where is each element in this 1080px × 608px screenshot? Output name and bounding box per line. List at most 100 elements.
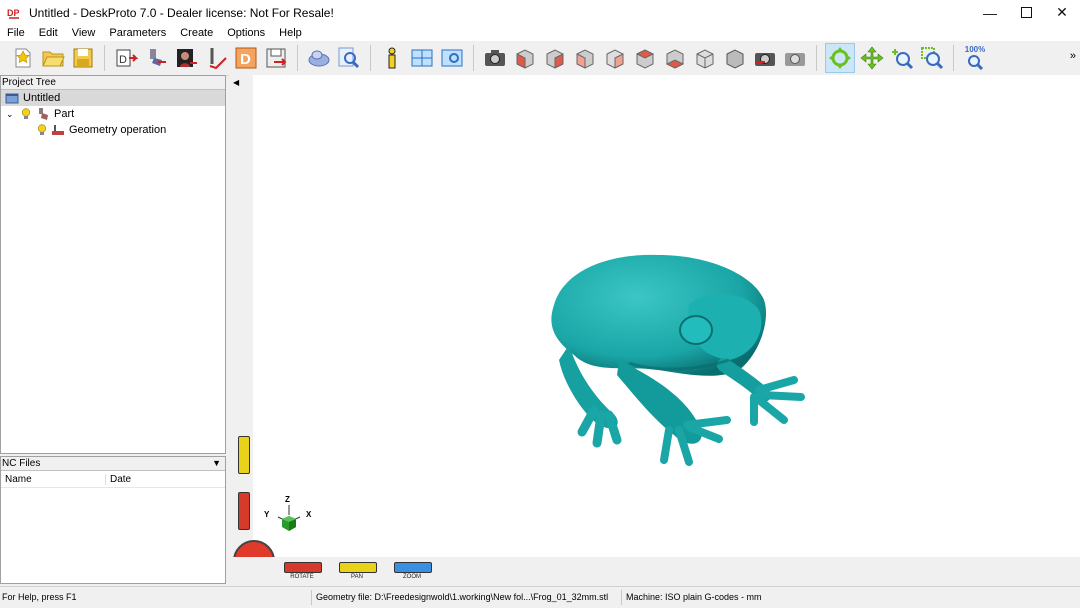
operation-button[interactable] xyxy=(306,45,332,71)
rotate-mode-button[interactable] xyxy=(825,43,855,73)
view-back-button[interactable] xyxy=(602,45,628,71)
save-button[interactable] xyxy=(70,45,96,71)
menu-file[interactable]: File xyxy=(0,27,32,39)
open-button[interactable] xyxy=(40,45,66,71)
view-front-button[interactable] xyxy=(512,45,538,71)
nc-files-title: NC Files xyxy=(2,458,41,469)
save-nc-button[interactable] xyxy=(263,45,289,71)
view-bottom-icon xyxy=(665,49,685,69)
svg-text:D: D xyxy=(119,54,127,66)
part-icon xyxy=(39,108,48,120)
pan-mode-button[interactable] xyxy=(859,45,885,71)
zoom-window-button[interactable] xyxy=(919,45,945,71)
menu-view[interactable]: View xyxy=(65,27,103,39)
project-tree-header: Project Tree xyxy=(1,76,225,90)
tree-item-label: Untitled xyxy=(23,92,61,104)
rotate-mode-icon xyxy=(829,47,851,69)
menu-options[interactable]: Options xyxy=(220,27,272,39)
toolbar-separator xyxy=(104,45,105,71)
screenshot-button[interactable] xyxy=(752,45,778,71)
view-iso-icon xyxy=(696,49,714,69)
image-icon xyxy=(177,49,197,67)
zoom-in-button[interactable] xyxy=(889,45,915,71)
view-right-button[interactable] xyxy=(542,45,568,71)
pan-vertical-slider[interactable] xyxy=(238,436,250,474)
status-machine: Machine: ISO plain G-codes - mm xyxy=(626,592,762,602)
svg-text:DP: DP xyxy=(7,8,20,18)
vector-button[interactable] xyxy=(203,45,229,71)
column-header-date[interactable]: Date xyxy=(106,474,131,485)
zoom-in-icon xyxy=(892,49,914,70)
camera-button[interactable] xyxy=(482,45,508,71)
3d-viewport[interactable]: ◀ Z Y X ROTATE PAN ZOOM xyxy=(229,75,1080,585)
status-bar: For Help, press F1 Geometry file: D:\Fre… xyxy=(0,586,1080,608)
save-nc-icon xyxy=(266,48,287,68)
drill-button[interactable]: D xyxy=(233,45,259,71)
import-geometry-button[interactable]: D xyxy=(113,45,139,71)
zoom-window-icon xyxy=(921,47,944,70)
view-left-button[interactable] xyxy=(572,45,598,71)
toolbar-separator xyxy=(953,45,954,71)
view-back-icon xyxy=(606,49,624,69)
chevron-down-icon[interactable]: ⌄ xyxy=(6,109,16,120)
menu-create[interactable]: Create xyxy=(173,27,220,39)
lightbulb-icon[interactable] xyxy=(21,108,31,120)
open-folder-icon xyxy=(42,51,65,67)
maximize-icon xyxy=(1020,7,1032,18)
tree-item-untitled[interactable]: Untitled xyxy=(1,90,225,106)
menu-edit[interactable]: Edit xyxy=(32,27,65,39)
image-button[interactable] xyxy=(173,45,199,71)
axis-label-x: X xyxy=(306,510,312,519)
axis-label-y: Y xyxy=(264,510,270,519)
view-front-icon xyxy=(516,49,534,69)
toolbar-separator xyxy=(473,45,474,71)
nc-files-column-headers: Name Date xyxy=(1,471,225,488)
import-geometry-icon: D xyxy=(116,49,138,67)
tree-item-label: Part xyxy=(54,108,75,120)
info-button[interactable] xyxy=(379,45,405,71)
rotate-label: ROTATE xyxy=(290,574,314,580)
dropdown-arrow-icon[interactable]: ▼ xyxy=(212,457,221,470)
menu-parameters[interactable]: Parameters xyxy=(102,27,173,39)
preview-button[interactable] xyxy=(336,45,362,71)
nc-files-header[interactable]: NC Files ▼ xyxy=(1,457,225,471)
operation-icon xyxy=(52,125,64,135)
view-bottom-button[interactable] xyxy=(662,45,688,71)
lightbulb-icon[interactable] xyxy=(37,124,47,136)
toolbar-overflow-chevron-icon[interactable]: » xyxy=(1070,50,1076,62)
refresh-button[interactable] xyxy=(782,45,808,71)
new-file-button[interactable] xyxy=(10,45,36,71)
view-top-button[interactable] xyxy=(632,45,658,71)
zoom-slider[interactable] xyxy=(394,562,432,573)
layout-view-icon xyxy=(441,49,463,67)
tree-item-part[interactable]: ⌄ Part xyxy=(1,106,225,122)
zoom-100-button[interactable]: 100% xyxy=(962,45,988,71)
part-icon xyxy=(150,49,166,66)
close-button[interactable]: ✕ xyxy=(1044,0,1080,25)
zoom-100-icon xyxy=(968,55,984,70)
status-geometry-file: Geometry file: D:\Freedesignwold\1.worki… xyxy=(316,592,609,602)
view-solid-button[interactable] xyxy=(722,45,748,71)
zoom-vertical-slider[interactable] xyxy=(238,492,250,530)
layout-view-button[interactable] xyxy=(439,45,465,71)
tree-item-geometry-operation[interactable]: Geometry operation xyxy=(1,122,225,138)
drill-icon: D xyxy=(235,47,257,69)
project-tree-panel: Project Tree Untitled ⌄ Part Geometry op… xyxy=(0,75,226,454)
maximize-button[interactable] xyxy=(1008,0,1044,25)
pan-slider[interactable] xyxy=(339,562,377,573)
view-iso-button[interactable] xyxy=(692,45,718,71)
pan-label: PAN xyxy=(351,574,363,580)
menu-help[interactable]: Help xyxy=(272,27,309,39)
column-header-name[interactable]: Name xyxy=(1,473,106,485)
minimize-button[interactable]: — xyxy=(972,0,1008,25)
axes-indicator: Z Y X xyxy=(264,495,314,545)
camera-icon xyxy=(485,50,505,66)
refresh-icon xyxy=(785,53,805,66)
window-title: Untitled - DeskProto 7.0 - Dealer licens… xyxy=(29,5,334,20)
zoom-label: ZOOM xyxy=(403,574,421,580)
app-logo-icon: DP xyxy=(7,5,21,20)
rotate-slider[interactable] xyxy=(284,562,322,573)
layout-button[interactable] xyxy=(409,45,435,71)
collapse-arrow-icon[interactable]: ◀ xyxy=(233,78,239,87)
part-button[interactable] xyxy=(143,45,169,71)
